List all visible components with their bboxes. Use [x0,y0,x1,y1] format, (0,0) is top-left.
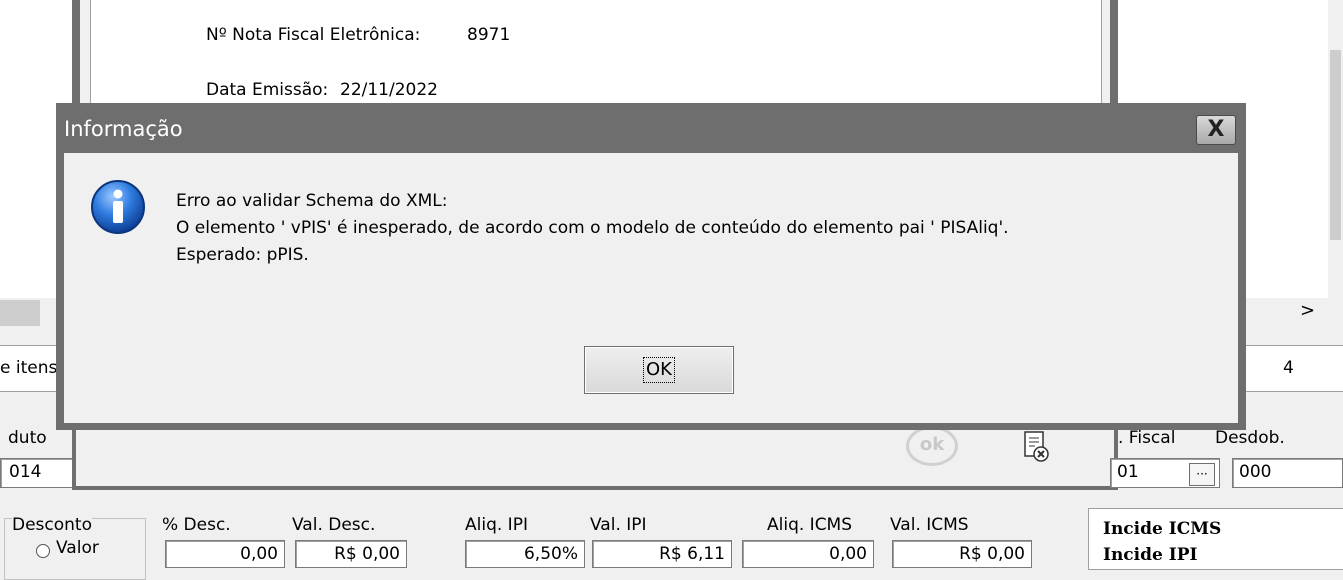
underlying-window-footer: ok [72,426,1118,490]
close-button[interactable]: X [1196,115,1236,145]
produto-field[interactable]: 014 [0,458,75,488]
bottom-values-row: Desconto Valor % Desc. 0,00 Val. Desc. R… [0,500,1343,580]
val-desc-label: Val. Desc. [292,515,376,535]
val-icms-field[interactable]: R$ 0,00 [892,540,1032,568]
itens-count: 4 [1283,358,1294,378]
dialog-body: Erro ao validar Schema do XML: O element… [64,153,1238,423]
message-line-1: Erro ao validar Schema do XML: [176,191,448,211]
produto-label: duto [8,428,47,448]
fiscal-value: 01 [1117,462,1139,482]
information-icon [90,179,146,235]
val-ipi-field[interactable]: R$ 6,11 [592,540,732,568]
ok-circle-icon[interactable]: ok [906,426,958,466]
dialog-title: Informação [56,103,1246,153]
fiscal-label: . Fiscal [1118,428,1176,448]
fiscal-lookup-button[interactable]: ··· [1189,463,1215,486]
cancel-document-icon[interactable] [1021,430,1051,464]
valor-radio-label: Valor [56,538,99,558]
pct-desc-field[interactable]: 0,00 [165,540,285,568]
itens-label: e itens [0,358,58,378]
ok-button[interactable]: OK [584,346,734,394]
val-desc-field[interactable]: R$ 0,00 [295,540,407,568]
scroll-thumb[interactable] [1330,50,1341,240]
incide-icms-label: Incide ICMS [1103,519,1222,539]
incide-panel: Incide ICMS Incide IPI [1088,508,1343,570]
val-icms-label: Val. ICMS [890,515,969,535]
nfe-label: Nº Nota Fiscal Eletrônica: [206,25,421,45]
scroll-right-arrow-icon[interactable]: > [1300,300,1315,321]
message-line-3: Esperado: pPIS. [176,245,309,265]
emission-label: Data Emissão: [206,80,329,100]
pct-desc-label: % Desc. [162,515,231,535]
error-message: Erro ao validar Schema do XML: O element… [176,188,1009,269]
h-scroll-thumb[interactable] [0,300,40,326]
message-line-2: O elemento ' vPIS' é inesperado, de acor… [176,218,1009,238]
desdob-label: Desdob. [1215,428,1285,448]
emission-value: 22/11/2022 [340,80,438,100]
valor-radio[interactable] [36,544,50,558]
val-ipi-label: Val. IPI [590,515,647,535]
incide-ipi-label: Incide IPI [1103,545,1198,565]
information-dialog: Informação X Erro ao validar Schema do X… [56,103,1246,430]
desconto-label: Desconto [12,515,92,535]
info-panel: Nº Nota Fiscal Eletrônica: 8971 Data Emi… [80,0,1110,103]
ok-button-label: OK [643,357,675,383]
vertical-scrollbar[interactable] [1328,0,1343,300]
aliq-ipi-field[interactable]: 6,50% [465,540,585,568]
desdob-field[interactable]: 000 [1232,458,1343,488]
nfe-value: 8971 [467,25,511,45]
aliq-icms-label: Aliq. ICMS [767,515,853,535]
aliq-ipi-label: Aliq. IPI [465,515,528,535]
aliq-icms-field[interactable]: 0,00 [742,540,874,568]
